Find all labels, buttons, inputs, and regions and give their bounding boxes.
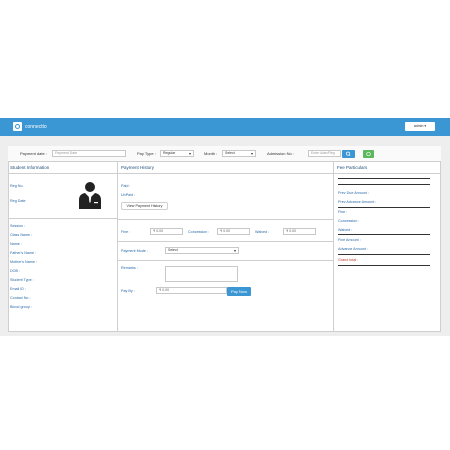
father-name-label: Father's Name : [10,251,37,255]
divider [9,218,117,219]
user-menu-button[interactable]: admin ▾ [405,122,435,131]
fee-particulars-title: Fee Particulars [337,165,368,170]
fine-input[interactable]: ₹ 0.00 [150,228,183,235]
divider [118,173,333,174]
month-value: Select [225,151,235,155]
reg-date-label: Reg Date [10,199,26,203]
chevron-down-icon [251,153,253,155]
month-select[interactable]: Select [222,150,256,157]
pay-type-label: Pay Type : [137,151,156,156]
divider [118,219,333,220]
email-label: Email ID : [10,287,26,291]
divider [9,173,117,174]
prev-advance-amount-label: Prev Advance Amount : [338,200,377,204]
divider [338,234,430,235]
waived-label: Waived : [255,230,270,234]
concession-label: Concession : [188,230,210,234]
top-navbar: connectto admin ▾ [0,118,450,136]
blood-group-label: Blood group : [10,305,32,309]
divider [338,184,430,185]
app-logo-icon [13,122,22,131]
name-label: Name : [10,242,22,246]
chevron-down-icon [189,153,191,155]
search-icon [346,151,351,157]
unpaid-label: UnPaid : [121,193,136,197]
advance-amount-label: Advance Amount : [338,247,368,251]
fine-label: Fine : [121,230,131,234]
fee-concession-label: Concession : [338,219,360,223]
view-payment-history-button[interactable]: View Payment History [121,202,168,210]
remarks-textarea[interactable] [165,266,238,282]
student-info-title: Student Information [10,165,50,170]
app-title: connectto [25,124,47,130]
divider [338,178,430,179]
payment-date-input[interactable]: Payment Date [52,150,126,157]
fee-fine-label: Fine : [338,210,348,214]
fine-amount-label: Fine Amount : [338,238,361,242]
payment-history-title: Payment History [121,165,155,170]
pay-type-select[interactable]: Regular [160,150,194,157]
payment-mode-value: Select [168,248,178,252]
divider [338,207,430,208]
paid-label: Paid : [121,184,131,188]
pay-by-label: Pay By : [121,289,135,293]
divider [338,254,430,255]
divider [118,260,333,261]
student-type-label: Student Type : [10,278,34,282]
divider [334,173,441,174]
admission-no-label: Admission No : [267,151,294,156]
pay-now-button[interactable]: Pay Now [227,287,251,296]
grand-total-label: Grand total : [338,258,359,262]
prev-due-amount-label: Prev Due Amount : [338,191,369,195]
remarks-label: Remarks : [121,266,138,270]
pay-type-value: Regular [163,151,176,155]
admission-no-input[interactable]: Enter Adm/Reg [308,150,341,157]
divider [118,241,333,242]
contact-no-label: Contact No : [10,296,31,300]
class-name-label: Class Name : [10,233,33,237]
pay-by-input[interactable]: ₹ 0.00 [156,287,227,294]
column-divider [333,162,334,332]
mother-name-label: Mother's Name : [10,260,37,264]
session-label: Session : [10,224,26,228]
payment-mode-select[interactable]: Select [165,247,239,254]
divider [338,265,430,266]
search-button[interactable] [342,150,355,158]
fee-waived-label: Waived : [338,228,353,232]
chevron-down-icon [234,250,236,252]
column-divider [117,162,118,332]
month-label: Month : [204,151,218,156]
dob-label: DOB : [10,269,21,273]
refresh-button[interactable] [363,150,374,158]
payment-date-label: Payment date : [20,151,47,156]
refresh-icon [366,151,371,157]
waived-input[interactable]: ₹ 0.00 [283,228,316,235]
payment-mode-label: Payment Mode : [121,249,148,253]
concession-input[interactable]: ₹ 0.00 [217,228,250,235]
reg-no-label: Reg No. [10,184,24,188]
student-avatar-icon [79,182,101,209]
